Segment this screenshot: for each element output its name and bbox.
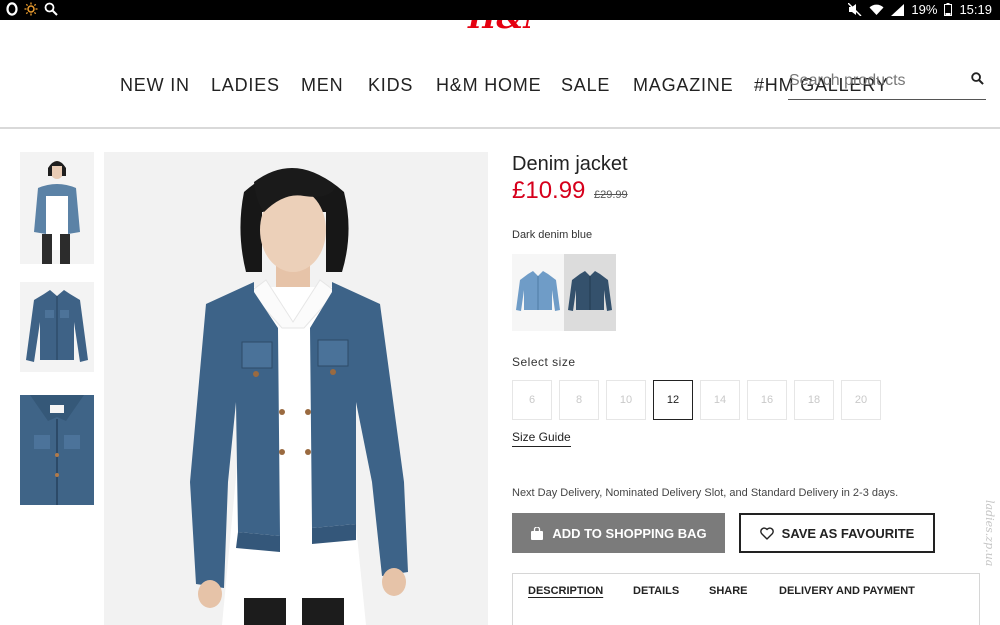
- nav-item-magazine[interactable]: MAGAZINE: [633, 75, 733, 96]
- nav-item-kids[interactable]: KIDS: [368, 75, 413, 96]
- size-option-16[interactable]: 16: [747, 380, 787, 420]
- select-size-label: Select size: [512, 355, 576, 369]
- original-price: £29.99: [594, 189, 628, 201]
- product-price: £10.99: [512, 177, 586, 204]
- dark-denim-jacket-image: [568, 271, 612, 311]
- thumbnail-jacket-detail[interactable]: [20, 395, 94, 505]
- signal-icon: [891, 3, 905, 16]
- clock: 15:19: [959, 2, 992, 17]
- model-photo: [104, 152, 488, 625]
- heart-icon: [759, 526, 774, 540]
- model-thumbnail-image: [20, 152, 94, 264]
- nav-item-ladies[interactable]: LADIES: [211, 75, 280, 96]
- brand-logo[interactable]: H&M: [466, 20, 530, 36]
- mute-icon: [848, 3, 862, 16]
- tab-details[interactable]: DETAILS: [633, 585, 679, 597]
- status-bar: 19% 15:19: [0, 0, 1000, 20]
- thumbnail-jacket-front[interactable]: [20, 282, 94, 372]
- size-option-14[interactable]: 14: [700, 380, 740, 420]
- battery-percent: 19%: [911, 2, 938, 17]
- nav-item-men[interactable]: MEN: [301, 75, 343, 96]
- save-favourite-button[interactable]: SAVE AS FAVOURITE: [739, 513, 935, 553]
- delivery-info: Next Day Delivery, Nominated Delivery Sl…: [512, 487, 899, 499]
- size-option-12[interactable]: 12: [653, 380, 693, 420]
- header-divider: [0, 127, 1000, 129]
- light-denim-jacket-image: [516, 271, 560, 311]
- search-icon: [44, 2, 58, 16]
- search-box: [788, 68, 986, 100]
- nav-item-new-in[interactable]: NEW IN: [120, 75, 190, 96]
- wifi-icon: [869, 4, 884, 15]
- product-info-tabs: DESCRIPTION DETAILS SHARE DELIVERY AND P…: [512, 573, 980, 625]
- search-input[interactable]: [788, 68, 958, 94]
- size-option-10[interactable]: 10: [606, 380, 646, 420]
- swatch-dark-denim[interactable]: [564, 254, 616, 331]
- logo-text: H&M: [468, 20, 530, 34]
- product-main-image[interactable]: [104, 152, 488, 625]
- size-guide-link[interactable]: Size Guide: [512, 430, 571, 447]
- watermark: ladies.zp.ua: [983, 500, 996, 567]
- nav-item-hm-home[interactable]: H&M HOME: [436, 75, 541, 96]
- swatch-light-denim[interactable]: [512, 254, 564, 331]
- brightness-icon: [24, 2, 38, 16]
- nav-item-sale[interactable]: SALE: [561, 75, 610, 96]
- save-favourite-label: SAVE AS FAVOURITE: [781, 525, 915, 541]
- size-option-8[interactable]: 8: [559, 380, 599, 420]
- size-option-6[interactable]: 6: [512, 380, 552, 420]
- add-to-bag-button[interactable]: ADD TO SHOPPING BAG: [512, 513, 725, 553]
- tab-share[interactable]: SHARE: [709, 585, 748, 597]
- jacket-detail-thumbnail-image: [20, 395, 94, 505]
- tab-description[interactable]: DESCRIPTION: [528, 585, 603, 597]
- bag-icon: [531, 526, 544, 540]
- size-option-20[interactable]: 20: [841, 380, 881, 420]
- size-option-18[interactable]: 18: [794, 380, 834, 420]
- tab-delivery-and-payment[interactable]: DELIVERY AND PAYMENT: [779, 585, 915, 597]
- product-title: Denim jacket: [512, 153, 628, 175]
- jacket-front-thumbnail-image: [20, 282, 94, 372]
- search-icon[interactable]: [971, 72, 984, 85]
- battery-icon: [944, 3, 953, 16]
- color-name: Dark denim blue: [512, 229, 593, 241]
- opera-icon: [6, 2, 18, 16]
- add-to-bag-label: ADD TO SHOPPING BAG: [552, 525, 707, 541]
- thumbnail-model[interactable]: [20, 152, 94, 264]
